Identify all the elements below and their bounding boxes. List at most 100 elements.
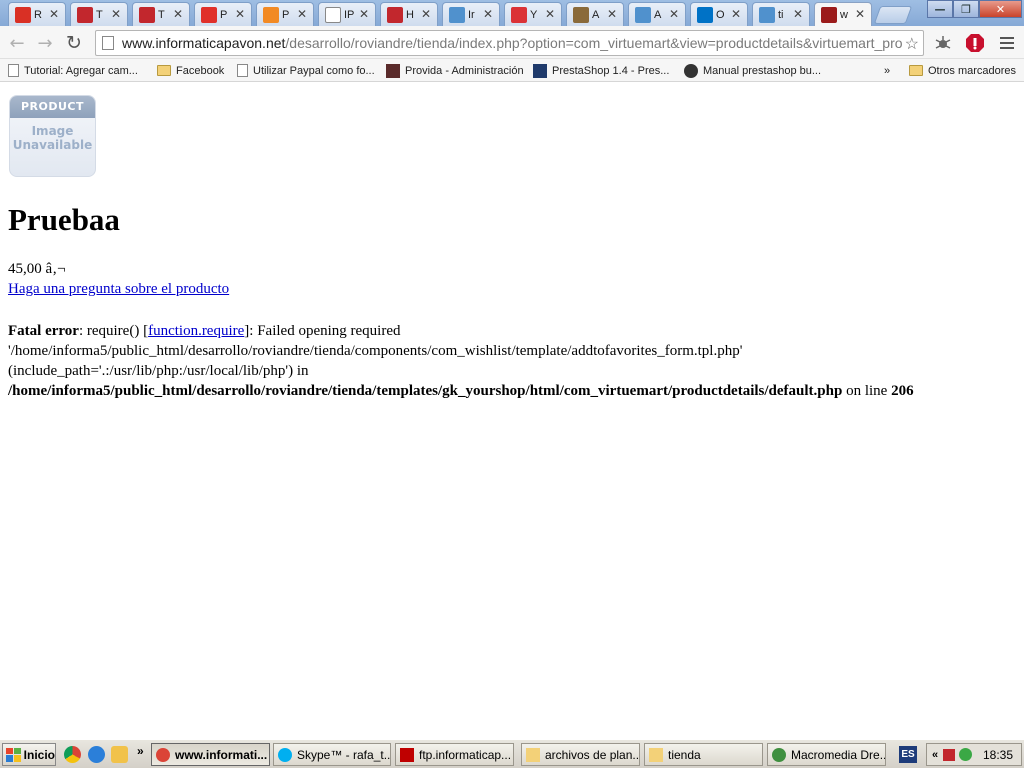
taskbar-button[interactable]: archivos de plan... [521, 743, 640, 766]
red-logo-icon [387, 6, 403, 23]
tray-security-icon[interactable] [959, 748, 973, 761]
tab-close-icon[interactable]: ✕ [855, 7, 865, 21]
taskbar-button[interactable]: ftp.informaticap... [395, 743, 514, 766]
tab-close-icon[interactable]: ✕ [545, 7, 555, 21]
browser-toolbar: ← → ↻ www.informaticapavon.net/desarroll… [0, 26, 1024, 59]
dreamweaver-icon [772, 747, 786, 762]
taskbar-button-label: archivos de plan... [545, 747, 640, 762]
tab-close-icon[interactable]: ✕ [607, 7, 617, 21]
quicklaunch-expand[interactable]: » [137, 744, 144, 758]
tab-close-icon[interactable]: ✕ [297, 7, 307, 21]
tab-close-icon[interactable]: ✕ [793, 7, 803, 21]
browser-tab[interactable]: H ✕ [380, 2, 438, 26]
skype-icon [278, 747, 292, 762]
reload-button[interactable]: ↻ [63, 32, 85, 54]
browser-tab[interactable]: P ✕ [256, 2, 314, 26]
folder-icon [526, 747, 540, 762]
folder-icon [909, 65, 923, 76]
tab-title: A [654, 8, 662, 21]
browser-tab[interactable]: IP ✕ [318, 2, 376, 26]
bookmarks-bar: Tutorial: Agregar cam... Facebook Utilizar… [0, 59, 1024, 82]
bug-extension-icon[interactable] [932, 32, 954, 54]
tab-title: T [96, 8, 103, 21]
chrome-icon [156, 747, 170, 762]
tab-close-icon[interactable]: ✕ [359, 7, 369, 21]
windows-taskbar: Inicio » www.informati... Skype™ - rafa_t… [0, 739, 1024, 768]
browser-tab[interactable]: P ✕ [194, 2, 252, 26]
bookmark-item[interactable]: PrestaShop 1.4 - Pres... [533, 62, 669, 79]
bookmark-item[interactable]: Facebook [157, 62, 224, 79]
adblock-icon[interactable] [964, 32, 986, 54]
ie-quicklaunch-icon[interactable] [88, 746, 105, 763]
close-window-button[interactable]: ✕ [979, 0, 1022, 18]
browser-tab[interactable]: w ✕ [814, 2, 872, 26]
ask-question-link[interactable]: Haga una pregunta sobre el producto [8, 281, 229, 298]
browser-tab[interactable]: A ✕ [628, 2, 686, 26]
tab-close-icon[interactable]: ✕ [235, 7, 245, 21]
browser-tab[interactable]: A ✕ [566, 2, 624, 26]
scribd-icon [684, 63, 698, 78]
provida-icon [386, 63, 400, 78]
browser-tab[interactable]: O ✕ [690, 2, 748, 26]
browser-tab[interactable]: Ir ✕ [442, 2, 500, 26]
other-bookmarks-folder[interactable]: Otros marcadores [909, 62, 1016, 79]
bookmark-item[interactable]: Tutorial: Agregar cam... [8, 62, 138, 79]
browser-tab[interactable]: T ✕ [132, 2, 190, 26]
chrome-menu-icon[interactable] [996, 32, 1018, 54]
tab-close-icon[interactable]: ✕ [421, 7, 431, 21]
page-icon [325, 6, 341, 23]
browser-tab[interactable]: ti ✕ [752, 2, 810, 26]
bookmark-item[interactable]: Utilizar Paypal como fo... [237, 62, 375, 79]
restore-button[interactable]: ❐ [953, 0, 979, 18]
function-require-link[interactable]: function.require [148, 323, 244, 339]
tab-strip: R ✕ T ✕ T ✕ P ✕ P ✕ IP ✕ H ✕ Ir ✕ Y ✕ A ✕ A ✕ O ✕ ti ✕ w ✕ — ❐ ✕ [0, 0, 1024, 26]
tab-title: A [592, 8, 600, 21]
error-line-number: 206 [891, 383, 914, 399]
browser-tab[interactable]: Y ✕ [504, 2, 562, 26]
desktop-quicklaunch-icon[interactable] [111, 746, 128, 763]
image-unavailable-line2: Unavailable [12, 138, 93, 152]
taskbar-button-label: tienda [668, 747, 701, 762]
taskbar-button[interactable]: Macromedia Dre... [767, 743, 886, 766]
start-button[interactable]: Inicio [2, 743, 56, 766]
bookmarks-overflow-button[interactable]: » [884, 62, 890, 79]
site-logo-icon [821, 6, 837, 23]
browser-tab[interactable]: R ✕ [8, 2, 66, 26]
tray-expand[interactable]: « [932, 749, 938, 761]
tab-close-icon[interactable]: ✕ [49, 7, 59, 21]
red-logo-icon [77, 6, 93, 23]
tab-close-icon[interactable]: ✕ [731, 7, 741, 21]
bookmark-item[interactable]: Manual prestashop bu... [684, 62, 821, 79]
chrome-quicklaunch-icon[interactable] [64, 746, 81, 763]
address-bar[interactable]: www.informaticapavon.net/desarrollo/rovi… [95, 30, 924, 56]
forward-button[interactable]: → [34, 32, 56, 54]
error-text-1: : require() [ [78, 323, 149, 339]
monkey-icon [573, 6, 589, 23]
bookmark-label: PrestaShop 1.4 - Pres... [552, 64, 670, 77]
filezilla-icon [400, 747, 414, 762]
product-price: 45,00 â‚¬ [8, 261, 66, 277]
page-icon [8, 64, 19, 77]
outlook-icon [697, 6, 713, 23]
bookmark-star-icon[interactable]: ☆ [905, 34, 919, 54]
tab-close-icon[interactable]: ✕ [669, 7, 679, 21]
image-band-label: PRODUCT [10, 96, 95, 118]
taskbar-button[interactable]: www.informati... [151, 743, 270, 766]
taskbar-button[interactable]: Skype™ - rafa_t... [273, 743, 391, 766]
tab-close-icon[interactable]: ✕ [173, 7, 183, 21]
minimize-button[interactable]: — [927, 0, 953, 18]
new-tab-button[interactable] [873, 6, 913, 24]
tab-close-icon[interactable]: ✕ [483, 7, 493, 21]
bookmark-item[interactable]: Provida - Administración [386, 62, 524, 79]
taskbar-button-label: Skype™ - rafa_t... [297, 747, 391, 762]
language-indicator[interactable]: ES [899, 746, 917, 763]
back-button[interactable]: ← [6, 32, 28, 54]
taskbar-button-label: Macromedia Dre... [791, 747, 886, 762]
browser-tab[interactable]: T ✕ [70, 2, 128, 26]
tray-app-icon[interactable] [943, 748, 956, 761]
tab-title: T [158, 8, 165, 21]
folder-icon [649, 747, 663, 762]
w-logo-icon [201, 6, 217, 23]
tab-close-icon[interactable]: ✕ [111, 7, 121, 21]
taskbar-button[interactable]: tienda [644, 743, 763, 766]
